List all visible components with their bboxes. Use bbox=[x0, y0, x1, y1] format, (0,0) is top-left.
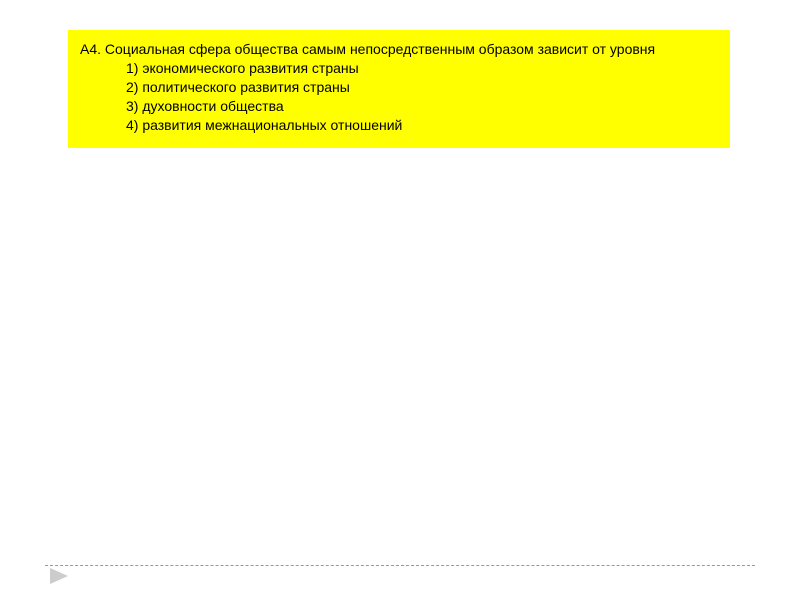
question-option: 2) политического развития страны bbox=[80, 78, 718, 97]
play-arrow-icon bbox=[50, 568, 68, 584]
question-option: 4) развития межнациональных отношений bbox=[80, 116, 718, 135]
question-option: 1) экономического развития страны bbox=[80, 59, 718, 78]
question-option: 3) духовности общества bbox=[80, 97, 718, 116]
question-prompt: А4. Социальная сфера общества самым непо… bbox=[80, 40, 718, 59]
divider-line bbox=[45, 565, 755, 566]
question-block: А4. Социальная сфера общества самым непо… bbox=[68, 30, 730, 148]
